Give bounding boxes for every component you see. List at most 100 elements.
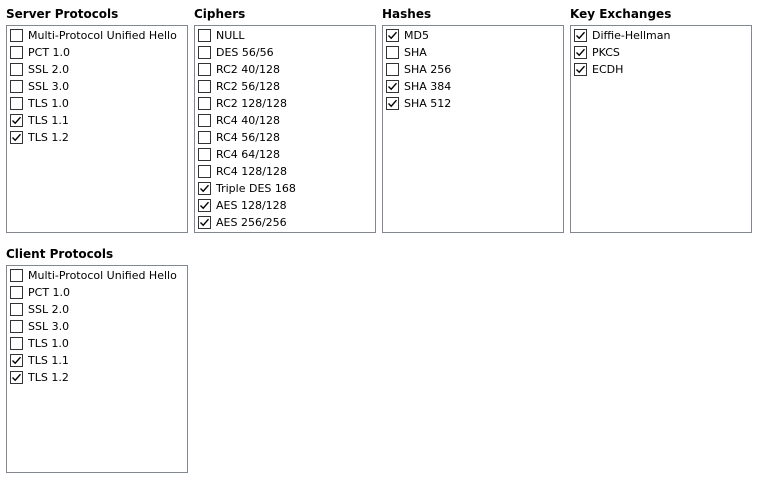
list-item[interactable]: RC4 128/128 (198, 163, 296, 180)
list-item[interactable]: NULL (198, 27, 296, 44)
checkbox[interactable] (198, 97, 211, 110)
list-item-label: NULL (216, 28, 245, 42)
checkbox[interactable] (198, 165, 211, 178)
list-item-label: AES 256/256 (216, 215, 287, 229)
list-item[interactable]: TLS 1.2 (10, 369, 177, 386)
list-item-label: Multi-Protocol Unified Hello (28, 28, 177, 42)
list-item-label: SSL 2.0 (28, 62, 70, 76)
list-item[interactable]: ECDH (574, 61, 670, 78)
checkbox[interactable] (198, 80, 211, 93)
checkbox[interactable] (198, 131, 211, 144)
list-item[interactable]: RC4 40/128 (198, 112, 296, 129)
list-item[interactable]: PCT 1.0 (10, 284, 177, 301)
checkbox[interactable] (10, 114, 23, 127)
list-item[interactable]: DES 56/56 (198, 44, 296, 61)
checkbox[interactable] (10, 46, 23, 59)
list-item[interactable]: SHA 256 (386, 61, 451, 78)
checkmark-icon (12, 133, 22, 142)
list-item[interactable]: SSL 3.0 (10, 318, 177, 335)
list-item[interactable]: AES 128/128 (198, 197, 296, 214)
list-item-label: ECDH (592, 62, 624, 76)
list-item[interactable]: TLS 1.1 (10, 112, 177, 129)
list-item[interactable]: TLS 1.0 (10, 335, 177, 352)
hashes-title: Hashes (382, 7, 432, 21)
checkbox[interactable] (386, 97, 399, 110)
list-item[interactable]: PCT 1.0 (10, 44, 177, 61)
checkbox[interactable] (10, 63, 23, 76)
checkbox[interactable] (10, 337, 23, 350)
checkbox[interactable] (10, 269, 23, 282)
checkmark-icon (200, 218, 210, 227)
list-item[interactable]: TLS 1.1 (10, 352, 177, 369)
server-protocols-list[interactable]: Multi-Protocol Unified Hello PCT 1.0 SSL 2… (6, 25, 188, 233)
checkbox[interactable] (10, 371, 23, 384)
checkbox[interactable] (10, 303, 23, 316)
checkbox[interactable] (198, 46, 211, 59)
list-item-label: RC2 40/128 (216, 62, 280, 76)
checkbox[interactable] (574, 29, 587, 42)
list-item[interactable]: SSL 3.0 (10, 78, 177, 95)
checkmark-icon (576, 31, 586, 40)
list-item-label: RC4 56/128 (216, 130, 280, 144)
checkbox[interactable] (10, 80, 23, 93)
list-item-label: RC2 56/128 (216, 79, 280, 93)
list-item[interactable]: Multi-Protocol Unified Hello (10, 27, 177, 44)
checkbox[interactable] (386, 29, 399, 42)
client-protocols-title: Client Protocols (6, 247, 114, 261)
list-item-label: SHA 512 (404, 96, 452, 110)
checkbox[interactable] (198, 216, 211, 229)
checkmark-icon (12, 356, 22, 365)
checkbox[interactable] (198, 29, 211, 42)
list-item[interactable]: PKCS (574, 44, 670, 61)
checkmark-icon (388, 82, 398, 91)
list-item-label: TLS 1.1 (28, 113, 69, 127)
checkbox[interactable] (574, 46, 587, 59)
checkmark-icon (200, 201, 210, 210)
checkbox[interactable] (198, 199, 211, 212)
checkbox[interactable] (198, 182, 211, 195)
checkbox[interactable] (386, 80, 399, 93)
checkbox[interactable] (198, 114, 211, 127)
checkbox[interactable] (198, 148, 211, 161)
checkbox[interactable] (574, 63, 587, 76)
checkmark-icon (576, 48, 586, 57)
checkbox[interactable] (198, 63, 211, 76)
checkbox[interactable] (10, 354, 23, 367)
checkbox[interactable] (10, 286, 23, 299)
client-protocols-list[interactable]: Multi-Protocol Unified Hello PCT 1.0 SSL 2… (6, 265, 188, 473)
list-item[interactable]: SSL 2.0 (10, 301, 177, 318)
list-item[interactable]: AES 256/256 (198, 214, 296, 231)
checkbox[interactable] (386, 46, 399, 59)
list-item[interactable]: Multi-Protocol Unified Hello (10, 267, 177, 284)
list-item[interactable]: Triple DES 168 (198, 180, 296, 197)
list-item[interactable]: SHA 512 (386, 95, 451, 112)
list-item-label: MD5 (404, 28, 429, 42)
list-item[interactable]: SHA (386, 44, 451, 61)
ciphers-list[interactable]: NULL DES 56/56 RC2 40/128 RC2 56/128 RC2 128… (194, 25, 376, 233)
list-item[interactable]: TLS 1.0 (10, 95, 177, 112)
key-exchanges-list[interactable]: Diffie-Hellman PKCS ECDH (570, 25, 752, 233)
list-item[interactable]: SHA 384 (386, 78, 451, 95)
list-item[interactable]: Diffie-Hellman (574, 27, 670, 44)
list-item[interactable]: RC4 56/128 (198, 129, 296, 146)
list-item[interactable]: RC2 128/128 (198, 95, 296, 112)
checkbox[interactable] (386, 63, 399, 76)
checkbox[interactable] (10, 320, 23, 333)
list-item[interactable]: MD5 (386, 27, 451, 44)
list-item-label: Diffie-Hellman (592, 28, 671, 42)
checkbox[interactable] (10, 97, 23, 110)
list-item-label: TLS 1.2 (28, 370, 69, 384)
list-item[interactable]: TLS 1.2 (10, 129, 177, 146)
checkbox[interactable] (10, 131, 23, 144)
list-item-label: AES 128/128 (216, 198, 287, 212)
list-item-label: SHA 256 (404, 62, 452, 76)
hashes-list[interactable]: MD5 SHA SHA 256 SHA 384 SHA 512 (382, 25, 564, 233)
checkmark-icon (388, 31, 398, 40)
list-item[interactable]: RC2 56/128 (198, 78, 296, 95)
list-item-label: SSL 2.0 (28, 302, 70, 316)
list-item[interactable]: RC4 64/128 (198, 146, 296, 163)
list-item[interactable]: SSL 2.0 (10, 61, 177, 78)
list-item-label: SSL 3.0 (28, 319, 70, 333)
checkbox[interactable] (10, 29, 23, 42)
list-item[interactable]: RC2 40/128 (198, 61, 296, 78)
